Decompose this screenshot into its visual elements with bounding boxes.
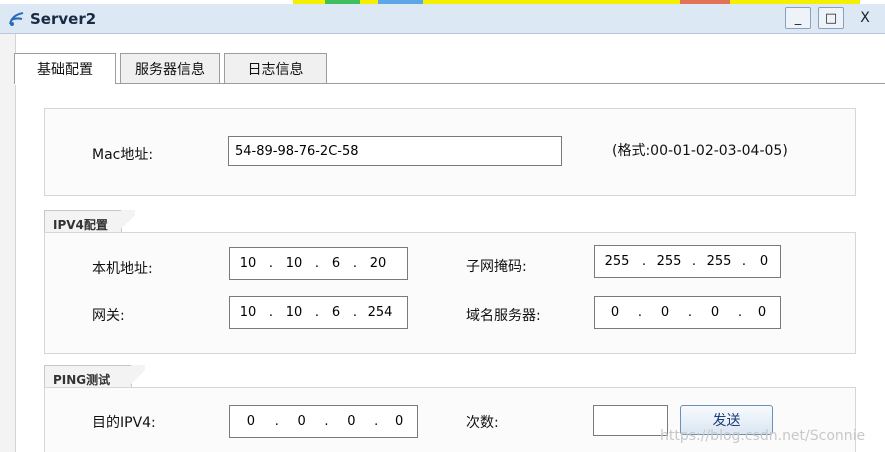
tab-strip-baseline [14,83,885,84]
ip-dot: . [741,254,747,269]
ping-section-title: PING测试 [44,365,145,389]
maximize-icon: □ [824,10,838,26]
ip-dot: . [268,256,274,271]
send-button-label: 发送 [712,413,741,429]
tab-basic-config[interactable]: 基础配置 [14,53,116,84]
tab-label: 基础配置 [37,62,93,78]
gateway-label: 网关: [92,308,125,324]
minimize-icon: _ [794,10,802,26]
ip-octet[interactable]: 255 [699,254,739,269]
ip-dot: . [314,305,320,320]
ip-octet[interactable]: 0 [282,414,322,429]
ip-octet[interactable]: 10 [230,256,266,271]
mac-address-input[interactable]: 54-89-98-76-2C-58 [228,136,562,166]
title-bar[interactable] [0,4,885,34]
ip-octet[interactable]: 254 [360,305,400,320]
ip-octet[interactable]: 10 [276,305,312,320]
ip-octet[interactable]: 0 [331,414,371,429]
ip-octet[interactable]: 0 [745,305,779,320]
ip-octet[interactable]: 0 [645,305,685,320]
subnet-mask-label: 子网掩码: [466,259,527,275]
gateway-input[interactable]: 10. 10. 6. 254 [229,296,408,329]
ip-dot: . [737,305,743,320]
ip-dot: . [687,305,693,320]
dest-ipv4-input[interactable]: 0. 0. 0. 0 [229,405,418,438]
ping-count-input[interactable] [593,405,668,436]
window-title: Server2 [30,10,97,28]
ip-dot: . [637,305,643,320]
ip-dot: . [268,305,274,320]
ip-octet[interactable]: 255 [649,254,689,269]
dest-ipv4-label: 目的IPV4: [92,415,156,431]
ip-dot: . [314,256,320,271]
ip-octet[interactable]: 255 [595,254,639,269]
maximize-button[interactable]: □ [818,7,844,29]
active-tab-connector [15,83,115,85]
ip-dot: . [641,254,647,269]
ip-dot: . [691,254,697,269]
host-address-label: 本机地址: [92,261,153,277]
subnet-mask-input[interactable]: 255. 255. 255. 0 [594,245,781,278]
ping-count-label: 次数: [466,415,499,431]
tab-server-info[interactable]: 服务器信息 [120,53,220,83]
host-address-input[interactable]: 10. 10. 6. 20 [229,247,408,280]
watermark-text: https://blog.csdn.net/Sconnie [660,428,866,444]
mac-format-hint: (格式:00-01-02-03-04-05) [612,143,788,159]
mac-label: Mac地址: [92,147,154,163]
tab-log-info[interactable]: 日志信息 [224,53,327,83]
mac-address-value: 54-89-98-76-2C-58 [235,143,359,159]
tab-label: 服务器信息 [135,61,205,78]
ip-octet[interactable]: 0 [595,305,635,320]
ping-section-label: PING测试 [53,373,111,387]
ipv4-section-title: IPV4配置 [44,210,135,234]
ip-dot: . [324,414,329,429]
tab-label: 日志信息 [247,61,304,78]
dns-server-input[interactable]: 0. 0. 0. 0 [594,296,781,329]
ip-dot: . [374,414,379,429]
ip-octet[interactable]: 6 [322,256,350,271]
ip-octet[interactable]: 6 [322,305,350,320]
close-button[interactable]: X [852,7,878,29]
window-left-border [0,34,16,452]
ip-octet[interactable]: 0 [749,254,779,269]
ip-dot: . [274,414,279,429]
ip-octet[interactable]: 0 [381,414,417,429]
ip-dot: . [352,256,358,271]
ip-octet[interactable]: 0 [230,414,272,429]
server-app-icon [8,10,26,28]
dns-server-label: 域名服务器: [466,308,541,324]
ip-octet[interactable]: 10 [230,305,266,320]
close-icon: X [860,10,870,26]
ip-octet[interactable]: 10 [276,256,312,271]
ip-dot: . [352,305,358,320]
ipv4-section-label: IPV4配置 [53,218,108,232]
ip-octet[interactable]: 0 [695,305,735,320]
ip-octet[interactable]: 20 [360,256,396,271]
minimize-button[interactable]: _ [785,7,811,29]
